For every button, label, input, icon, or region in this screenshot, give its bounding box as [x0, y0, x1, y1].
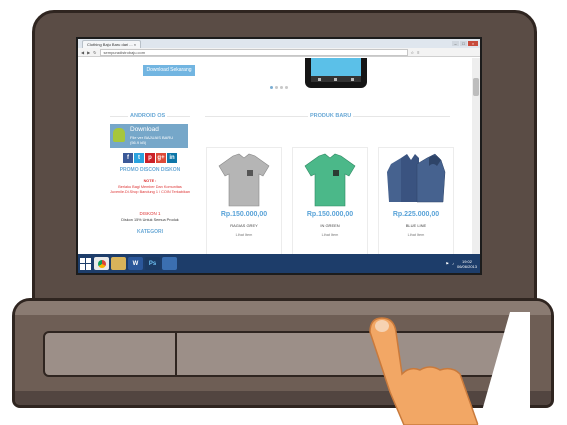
slider-dot[interactable]	[285, 86, 288, 89]
download-now-button[interactable]: Download Sekarang	[143, 65, 195, 76]
flag-icon[interactable]: ⚑	[445, 261, 449, 266]
product-card[interactable]: Rp.150.000,00 IN GREEN Lihat Item	[292, 147, 368, 255]
windows-taskbar: W Ps ⚑ ♪ 19:02 06/06/2013	[78, 254, 480, 273]
new-products-heading: PRODUK BARU	[308, 113, 354, 119]
word-icon[interactable]: W	[128, 257, 143, 270]
photoshop-icon[interactable]: Ps	[145, 257, 160, 270]
address-row: ◀ ▶ ↻ sempuradistrobaju.com ☆ ≡	[78, 48, 480, 57]
product-card[interactable]: Rp.150.000,00 RAGIAS GREY Lihat Item	[206, 147, 282, 255]
product-name: BLUE LINE	[405, 223, 427, 228]
linkedin-icon[interactable]: in	[167, 153, 177, 163]
note-label: NOTE :	[143, 179, 157, 183]
maximize-button[interactable]: □	[460, 41, 467, 46]
product-card[interactable]: Rp.225.000,00 BLUE LINE Lihat Item	[378, 147, 454, 255]
window-controls: – □ ×	[452, 41, 478, 46]
phone-image	[305, 58, 367, 88]
polo-shirt-icon	[304, 153, 356, 207]
googleplus-icon[interactable]: g+	[156, 153, 166, 163]
product-name: IN GREEN	[320, 223, 340, 228]
chrome-icon[interactable]	[94, 257, 109, 270]
tab-close-icon[interactable]: ×	[134, 42, 136, 47]
volume-icon[interactable]: ♪	[452, 261, 454, 266]
pointing-hand-icon	[369, 312, 530, 425]
polo-shirt-icon	[218, 153, 270, 207]
reload-icon[interactable]: ↻	[93, 50, 96, 55]
web-page: Download Sekarang ANDROID OS PRODUK BARU…	[80, 58, 470, 255]
star-icon[interactable]: ☆	[411, 50, 415, 55]
phone-screen	[311, 58, 361, 76]
back-icon[interactable]: ◀	[81, 50, 84, 55]
clock[interactable]: 19:02 06/06/2013	[457, 259, 477, 269]
facebook-icon[interactable]: f	[123, 153, 133, 163]
category-heading: KATEGORI	[136, 229, 164, 235]
system-tray: ⚑ ♪ 19:02 06/06/2013	[445, 259, 477, 269]
forward-icon[interactable]: ▶	[87, 50, 90, 55]
product-price: Rp.225.000,00	[392, 211, 440, 218]
hoodie-icon	[387, 153, 446, 203]
view-item-link[interactable]: Lihat Item	[207, 233, 281, 237]
touchpad-divider	[175, 333, 177, 375]
pinterest-icon[interactable]: p	[145, 153, 155, 163]
scroll-thumb[interactable]	[473, 78, 479, 96]
browser-titlebar: Clothing Baju Baru dari ... × – □ ×	[78, 39, 480, 48]
start-button[interactable]	[80, 257, 92, 270]
windows-icon[interactable]	[162, 257, 177, 270]
product-price: Rp.150.000,00	[306, 211, 354, 218]
menu-icon[interactable]: ≡	[417, 50, 419, 55]
view-item-link[interactable]: Lihat Item	[379, 233, 453, 237]
note-text: Berlaku Bagi Member Dan Komunitas Juveni…	[110, 185, 190, 194]
product-name: RAGIAS GREY	[230, 223, 258, 228]
slider-dot[interactable]	[270, 86, 273, 89]
minimize-button[interactable]: –	[452, 41, 459, 46]
explorer-icon[interactable]	[111, 257, 126, 270]
promo-heading: PROMO DISCON DISKON	[119, 167, 181, 173]
android-icon	[113, 128, 125, 142]
discount-heading: DISKON 1	[139, 211, 161, 216]
social-icons: f t p g+ in	[123, 153, 177, 163]
tab-title: Clothing Baju Baru dari ...	[87, 41, 133, 47]
close-window-button[interactable]: ×	[468, 41, 478, 46]
view-item-link[interactable]: Lihat Item	[293, 233, 367, 237]
product-price: Rp.150.000,00	[220, 211, 268, 218]
address-bar[interactable]: sempuradistrobaju.com	[99, 48, 408, 56]
slider-dot[interactable]	[275, 86, 278, 89]
laptop-screen: Clothing Baju Baru dari ... × – □ × ◀ ▶ …	[76, 37, 482, 275]
discount-text: Diskon 15% Untuk Semua Produk	[121, 218, 179, 222]
twitter-icon[interactable]: t	[134, 153, 144, 163]
clock-date: 06/06/2013	[456, 263, 477, 269]
slider-dots	[270, 86, 288, 89]
android-heading: ANDROID OS	[128, 113, 168, 119]
browser-tab[interactable]: Clothing Baju Baru dari ... ×	[82, 39, 142, 48]
slider-dot[interactable]	[280, 86, 283, 89]
page-scrollbar[interactable]	[472, 58, 480, 254]
android-download-box[interactable]: Download File ver BAJUAIS BARU (56.9 kB)	[110, 124, 188, 148]
download-title: Download	[130, 126, 159, 133]
download-size: (56.9 kB)	[130, 140, 147, 145]
phone-nav-bar	[311, 76, 361, 82]
